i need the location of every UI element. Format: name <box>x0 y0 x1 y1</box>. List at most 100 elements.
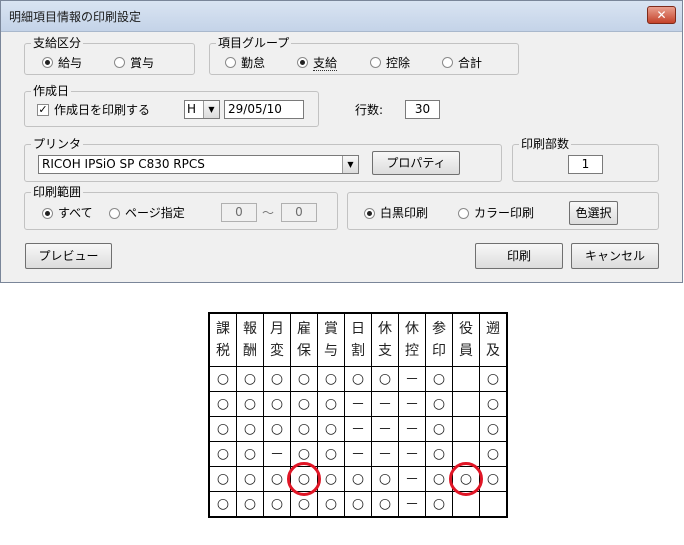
header-char: 与 <box>324 343 338 359</box>
table-cell: ○ <box>208 441 237 467</box>
era-value: H <box>187 102 197 116</box>
radio-payment[interactable] <box>297 57 308 68</box>
table-cell: － <box>344 391 372 417</box>
table-cell: ○ <box>317 491 345 518</box>
radio-deduction[interactable] <box>370 57 381 68</box>
era-select[interactable]: H ▼ <box>184 100 220 119</box>
table-cell: ○ <box>263 416 291 442</box>
properties-button[interactable]: プロパティ <box>372 151 460 175</box>
radio-attendance-label: 勤怠 <box>241 56 266 70</box>
column-header: 休控 <box>398 312 426 367</box>
radio-color[interactable] <box>458 208 469 219</box>
column-header: 遡及 <box>479 312 508 367</box>
header-char: 印 <box>432 343 446 359</box>
preview-button[interactable]: プレビュー <box>25 243 112 269</box>
table-cell: ○ <box>344 366 372 392</box>
header-char: 月 <box>270 321 284 337</box>
close-button[interactable]: ✕ <box>647 6 676 24</box>
color-select-button[interactable]: 色選択 <box>569 201 618 225</box>
highlight-circle <box>287 462 321 496</box>
chevron-down-icon: ▼ <box>203 101 219 118</box>
print-button[interactable]: 印刷 <box>475 243 563 269</box>
header-char: 報 <box>243 321 257 337</box>
table-cell: ○ <box>425 416 453 442</box>
table-cell: ○ <box>290 416 318 442</box>
header-char: 課 <box>216 321 230 337</box>
radio-salary[interactable] <box>42 57 53 68</box>
table-cell: ○ <box>236 391 264 417</box>
table-cell: ○ <box>208 416 237 442</box>
radio-deduction-label: 控除 <box>386 56 411 70</box>
highlight-circle <box>449 462 483 496</box>
line-count-input[interactable]: 30 <box>405 100 440 119</box>
header-row: 課税報酬月変雇保賞与日割休支休控参印役員遡及 <box>208 312 508 367</box>
header-char: 割 <box>351 343 365 359</box>
header-char: 遡 <box>486 321 500 337</box>
table-cell: － <box>344 441 372 467</box>
table-cell: － <box>344 416 372 442</box>
table-cell: ○ <box>479 391 508 417</box>
cancel-button[interactable]: キャンセル <box>571 243 659 269</box>
item-group-label: 項目グループ <box>216 36 292 50</box>
table-row: ○ ○ ○ ○ ○ ○ ○ － ○ ○ <box>208 366 508 392</box>
created-date-label: 作成日 <box>31 84 72 98</box>
title-bar: 明細項目情報の印刷設定 ✕ <box>1 1 682 32</box>
radio-attendance[interactable] <box>225 57 236 68</box>
header-char: 雇 <box>297 321 311 337</box>
column-header: 課税 <box>208 312 237 367</box>
page-to-input[interactable]: 0 <box>281 203 317 222</box>
radio-page-range-label: ページ指定 <box>125 206 185 220</box>
page-from-input[interactable]: 0 <box>221 203 257 222</box>
table-cell: ○ <box>290 366 318 392</box>
table-cell: ○ <box>479 416 508 442</box>
radio-total[interactable] <box>442 57 453 68</box>
table-cell: － <box>398 391 426 417</box>
table-cell: ○ <box>425 391 453 417</box>
radio-page-range[interactable] <box>109 208 120 219</box>
radio-total-label: 合計 <box>458 56 483 70</box>
table-cell: ○ <box>425 441 453 467</box>
table-cell: ○ <box>290 391 318 417</box>
table-cell: － <box>371 416 399 442</box>
column-header: 賞与 <box>317 312 345 367</box>
header-char: 変 <box>270 343 284 359</box>
radio-salary-label: 給与 <box>58 56 83 70</box>
column-header: 雇保 <box>290 312 318 367</box>
table-cell: ○ <box>263 366 291 392</box>
table-cell: － <box>398 491 426 518</box>
table-cell: ○ <box>479 441 508 467</box>
table-cell: － <box>398 466 426 492</box>
radio-all-pages-label: すべて <box>58 206 93 220</box>
table-cell: ○ <box>236 416 264 442</box>
date-input[interactable]: 29/05/10 <box>224 100 304 119</box>
table-cell: － <box>398 441 426 467</box>
header-char: 及 <box>486 343 500 359</box>
printer-value: RICOH IPSiO SP C830 RPCS <box>42 157 205 171</box>
column-header: 参印 <box>425 312 453 367</box>
table-cell <box>452 416 480 442</box>
header-char: 員 <box>459 343 473 359</box>
table-cell: ○ <box>236 466 264 492</box>
table-cell: ○ <box>317 416 345 442</box>
column-header: 日割 <box>344 312 372 367</box>
table-cell: ○ <box>263 391 291 417</box>
copies-input[interactable]: 1 <box>568 155 603 174</box>
pay-type-label: 支給区分 <box>31 36 84 50</box>
radio-all-pages[interactable] <box>42 208 53 219</box>
radio-monochrome[interactable] <box>364 208 375 219</box>
line-count-label: 行数: <box>355 103 384 117</box>
print-date-label: 作成日を印刷する <box>54 103 151 117</box>
header-char: 役 <box>459 321 473 337</box>
header-char: 参 <box>432 321 446 337</box>
table-cell: ○ <box>208 466 237 492</box>
print-date-checkbox[interactable]: ✓ <box>37 104 49 116</box>
radio-bonus[interactable] <box>114 57 125 68</box>
table-cell: ○ <box>208 491 237 518</box>
table-cell <box>479 491 508 518</box>
header-char: 保 <box>297 343 311 359</box>
printer-select[interactable]: RICOH IPSiO SP C830 RPCS ▼ <box>38 155 359 174</box>
table-row: ○ ○ ○ ○ ○ －－－ ○ ○ <box>208 391 508 417</box>
header-char: 控 <box>405 343 419 359</box>
header-char: 休 <box>405 321 419 337</box>
header-char: 支 <box>378 343 392 359</box>
